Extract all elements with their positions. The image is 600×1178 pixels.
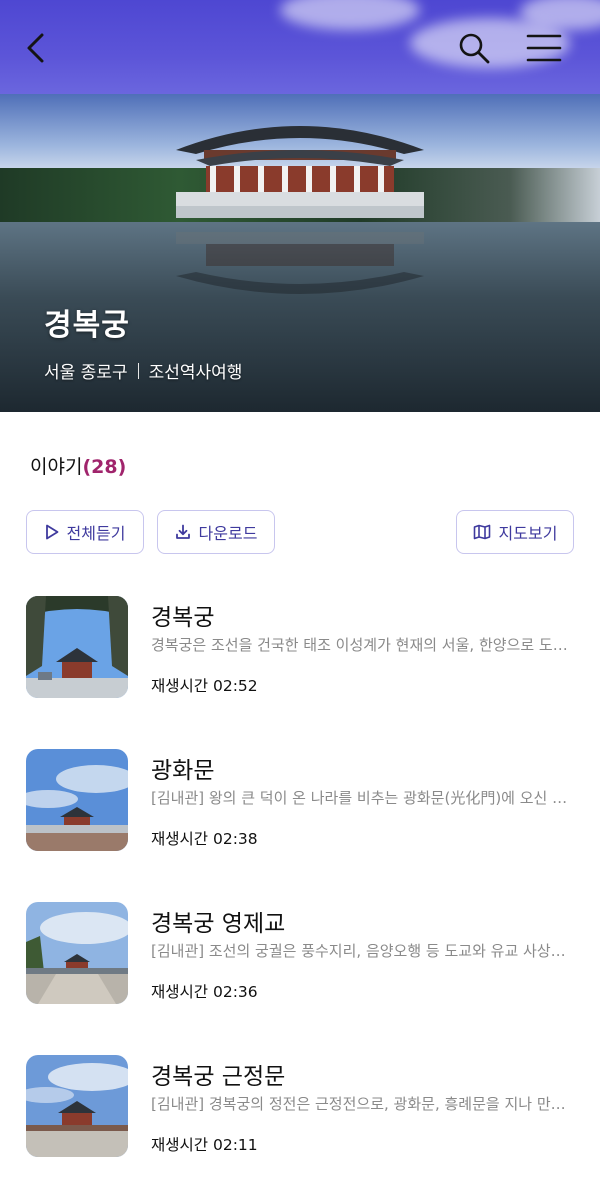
story-label: 이야기: [30, 456, 83, 478]
item-description: [김내관] 왕의 큰 덕이 온 나라를 비추는 광화문(光化門)에 오신 것을 …: [151, 789, 576, 807]
item-description: [김내관] 조선의 궁궐은 풍수지리, 음양오행 등 도교와 유교 사상을 바탕…: [151, 942, 576, 960]
item-title: 경복궁: [151, 605, 215, 631]
menu-button[interactable]: [522, 26, 566, 70]
item-duration: 재생시간 02:11: [151, 1136, 258, 1154]
pavilion-reflection: [176, 232, 424, 294]
story-count: (28): [82, 456, 127, 478]
map-view-button[interactable]: 지도보기: [456, 510, 574, 554]
play-all-label: 전체듣기: [66, 524, 126, 543]
place-location: 서울 종로구: [44, 363, 128, 383]
list-item[interactable]: 경복궁 영제교 [김내관] 조선의 궁궐은 풍수지리, 음양오행 등 도교와 유…: [0, 890, 600, 1004]
item-thumbnail: [26, 902, 128, 1004]
hero-header: 경복궁 서울 종로구 조선역사여행: [0, 0, 600, 412]
play-icon: [45, 524, 58, 540]
list-item[interactable]: 경복궁 근정문 [김내관] 경복궁의 정전은 근정전으로, 광화문, 흥례문을 …: [0, 1043, 600, 1157]
story-heading: 이야기(28): [30, 452, 126, 479]
meta-divider: [137, 362, 139, 379]
pavilion-illustration: [176, 126, 424, 218]
item-title: 광화문: [151, 758, 215, 784]
item-duration: 재생시간 02:36: [151, 983, 258, 1001]
list-item[interactable]: 광화문 [김내관] 왕의 큰 덕이 온 나라를 비추는 광화문(光化門)에 오신…: [0, 737, 600, 851]
hamburger-menu-icon: [526, 34, 562, 62]
item-description: 경복궁은 조선을 건국한 태조 이성계가 현재의 서울, 한양으로 도읍을 옮긴…: [151, 636, 576, 654]
download-icon: [175, 524, 190, 539]
map-view-label: 지도보기: [498, 524, 558, 543]
top-app-bar: [0, 0, 600, 94]
place-title: 경복궁: [44, 308, 130, 343]
item-title: 경복궁 근정문: [151, 1064, 286, 1090]
map-icon: [473, 524, 490, 540]
download-label: 다운로드: [198, 524, 258, 543]
search-button[interactable]: [452, 26, 496, 70]
download-button[interactable]: 다운로드: [157, 510, 275, 554]
item-thumbnail: [26, 596, 128, 698]
chevron-left-icon: [27, 33, 44, 63]
item-title: 경복궁 영제교: [151, 911, 286, 937]
play-all-button[interactable]: 전체듣기: [26, 510, 144, 554]
back-button[interactable]: [14, 26, 58, 70]
item-duration: 재생시간 02:52: [151, 677, 258, 695]
list-item[interactable]: 경복궁 경복궁은 조선을 건국한 태조 이성계가 현재의 서울, 한양으로 도읍…: [0, 584, 600, 698]
item-duration: 재생시간 02:38: [151, 830, 258, 848]
item-thumbnail: [26, 749, 128, 851]
place-meta: 서울 종로구 조선역사여행: [44, 358, 242, 383]
item-description: [김내관] 경복궁의 정전은 근정전으로, 광화문, 흥례문을 지나 만나게 되…: [151, 1095, 576, 1113]
place-category: 조선역사여행: [148, 363, 243, 383]
search-icon: [459, 33, 490, 64]
place-title-block: 경복궁 서울 종로구 조선역사여행: [44, 300, 242, 383]
item-thumbnail: [26, 1055, 128, 1157]
